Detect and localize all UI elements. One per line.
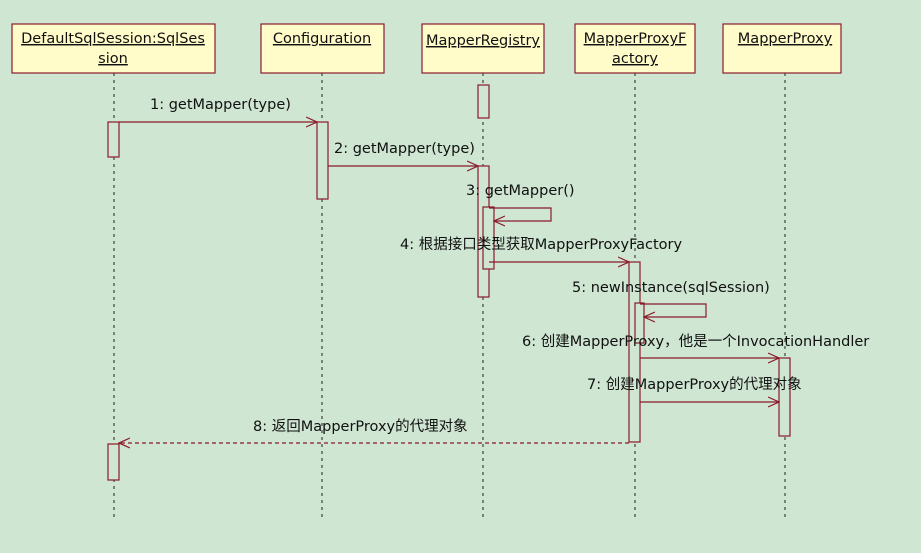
sequence-diagram: DefaultSqlSession:SqlSes sion Configurat… <box>0 0 921 553</box>
message-label-4: 4: 根据接口类型获取MapperProxyFactory <box>400 236 683 253</box>
message-label-8: 8: 返回MapperProxy的代理对象 <box>253 418 468 435</box>
message-label-1: 1: getMapper(type) <box>150 97 291 113</box>
participant-session-label-2: sion <box>98 51 128 67</box>
message-label-5: 5: newInstance(sqlSession) <box>572 280 770 296</box>
message-arrow-5 <box>640 303 707 317</box>
participant-session-label-1: DefaultSqlSession:SqlSes <box>21 31 205 47</box>
message-label-3: 3: getMapper() <box>466 183 575 199</box>
message-arrow-3 <box>489 207 552 221</box>
participant-registry-label: MapperRegistry <box>426 33 540 49</box>
participant-factory-label-1: MapperProxyF <box>584 31 687 47</box>
activation-session-1 <box>107 121 120 158</box>
message-labels: 1: getMapper(type) 2: getMapper(type) 3:… <box>150 97 869 435</box>
message-label-7: 7: 创建MapperProxy的代理对象 <box>587 376 802 393</box>
message-label-2: 2: getMapper(type) <box>334 141 475 157</box>
activation-registry-0 <box>477 84 490 119</box>
participant-factory-label-2: actory <box>612 51 658 67</box>
participant-proxy-label: MapperProxy <box>738 31 833 47</box>
activation-session-2 <box>107 443 120 481</box>
sequence-diagram-canvas: DefaultSqlSession:SqlSes sion Configurat… <box>11 23 869 518</box>
activation-config <box>316 121 329 200</box>
participant-config-label: Configuration <box>273 31 371 47</box>
activation-proxy <box>778 357 791 437</box>
message-label-6: 6: 创建MapperProxy，他是一个InvocationHandler <box>522 333 869 350</box>
